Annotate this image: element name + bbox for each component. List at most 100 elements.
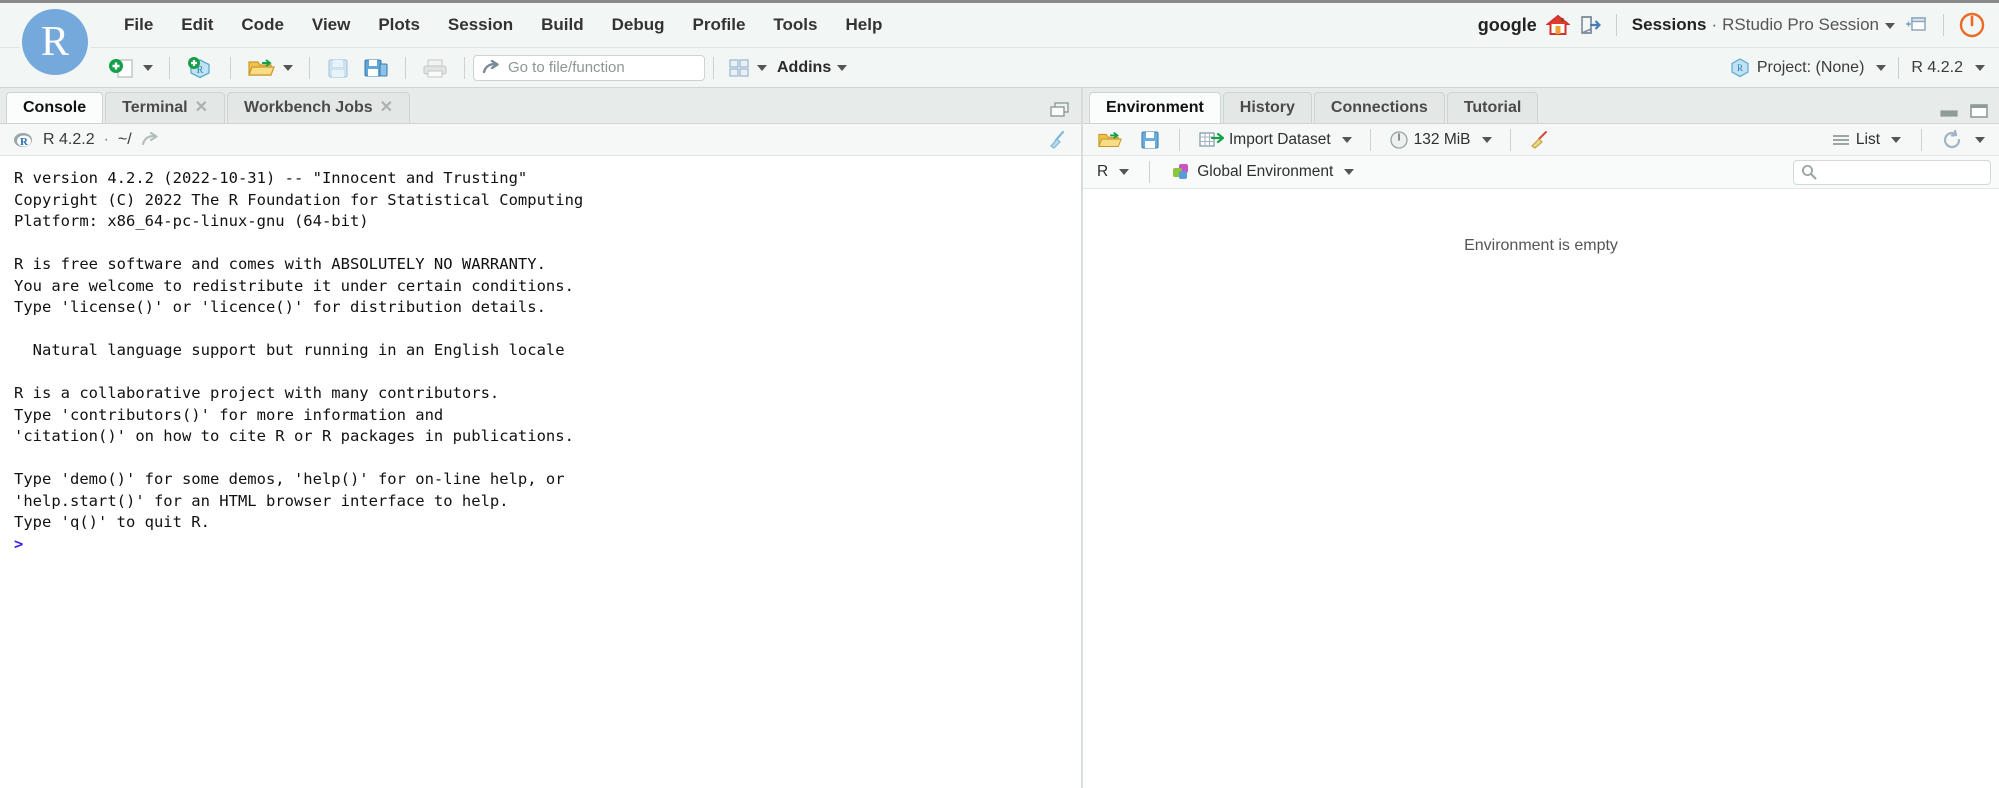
- menu-code[interactable]: Code: [227, 11, 298, 39]
- svg-text:R: R: [20, 136, 29, 148]
- list-view-button[interactable]: List: [1825, 128, 1907, 152]
- menu-profile[interactable]: Profile: [679, 11, 760, 39]
- divider: [1370, 129, 1371, 151]
- environment-pane-tools: [1939, 103, 1999, 123]
- project-label[interactable]: Project: (None): [1757, 59, 1865, 77]
- menu-help[interactable]: Help: [831, 11, 896, 39]
- tab-workbench-jobs[interactable]: Workbench Jobs ✕: [227, 92, 410, 123]
- power-icon[interactable]: [1959, 12, 1985, 38]
- global-environment-selector[interactable]: Global Environment: [1164, 159, 1360, 185]
- sessions-label[interactable]: Sessions·RStudio Pro Session: [1632, 15, 1895, 35]
- project-cube-icon: R: [1729, 57, 1751, 79]
- chevron-down-icon[interactable]: [1891, 137, 1901, 143]
- console-r-version: R 4.2.2: [43, 131, 95, 149]
- load-workspace-button[interactable]: [1091, 127, 1129, 153]
- save-workspace-button[interactable]: [1133, 127, 1167, 153]
- divider: [713, 57, 714, 79]
- memory-usage-label: 132 MiB: [1414, 131, 1471, 149]
- maximize-pane-icon[interactable]: [1969, 103, 1989, 119]
- chevron-down-icon[interactable]: [1344, 169, 1354, 175]
- menu-view[interactable]: View: [298, 11, 364, 39]
- toolbar-right: R Project: (None) R 4.2.2: [1729, 57, 1999, 79]
- rstudio-logo-letter: R: [41, 18, 69, 66]
- home-icon[interactable]: [1546, 14, 1570, 36]
- divider: [1510, 129, 1511, 151]
- chevron-down-icon[interactable]: [1975, 65, 1985, 71]
- close-icon[interactable]: ✕: [195, 100, 208, 116]
- new-file-button[interactable]: [102, 53, 158, 83]
- broom-clear-icon[interactable]: [1047, 130, 1069, 150]
- chevron-down-icon[interactable]: [283, 65, 293, 71]
- console-output-area[interactable]: R version 4.2.2 (2022-10-31) -- "Innocen…: [0, 156, 1081, 788]
- tab-environment[interactable]: Environment: [1089, 92, 1221, 123]
- memory-usage-button[interactable]: 132 MiB: [1383, 127, 1498, 153]
- language-label: R: [1097, 163, 1108, 181]
- divider: [1943, 14, 1944, 36]
- goto-file-function-input[interactable]: Go to file/function: [473, 55, 705, 81]
- console-pane: Console Terminal ✕ Workbench Jobs ✕: [0, 88, 1083, 788]
- chevron-down-icon[interactable]: [1342, 137, 1352, 143]
- open-file-button[interactable]: [242, 53, 298, 83]
- chevron-down-icon[interactable]: [1482, 137, 1492, 143]
- menu-items: File Edit Code View Plots Session Build …: [110, 11, 896, 39]
- menu-build[interactable]: Build: [527, 11, 598, 39]
- new-project-button[interactable]: R: [181, 53, 219, 83]
- chevron-down-icon[interactable]: [1119, 169, 1129, 175]
- menu-file[interactable]: File: [110, 11, 167, 39]
- divider: [309, 57, 310, 79]
- tab-terminal[interactable]: Terminal ✕: [105, 92, 225, 123]
- import-dataset-button[interactable]: Import Dataset: [1192, 127, 1358, 153]
- r-console-icon: R: [12, 130, 34, 150]
- chevron-down-icon[interactable]: [837, 65, 847, 71]
- menu-edit[interactable]: Edit: [167, 11, 227, 39]
- goto-file-function-placeholder: Go to file/function: [508, 59, 625, 76]
- chevron-down-icon[interactable]: [143, 65, 153, 71]
- divider: [1898, 57, 1899, 79]
- print-button[interactable]: [417, 53, 453, 83]
- chevron-down-icon[interactable]: [1885, 23, 1895, 29]
- chevron-down-icon[interactable]: [757, 65, 767, 71]
- menu-tools[interactable]: Tools: [759, 11, 831, 39]
- console-output-text: R version 4.2.2 (2022-10-31) -- "Innocen…: [14, 169, 583, 531]
- open-directory-icon[interactable]: [141, 132, 159, 148]
- minimize-pane-icon[interactable]: [1939, 103, 1959, 119]
- r-version-label[interactable]: R 4.2.2: [1911, 59, 1963, 77]
- tab-history[interactable]: History: [1223, 92, 1312, 123]
- sign-out-icon[interactable]: [1579, 15, 1601, 35]
- console-pane-tools: [1049, 101, 1081, 123]
- search-input[interactable]: [1823, 164, 1983, 180]
- rstudio-window: R File Edit Code View Plots Session Buil…: [0, 0, 1999, 788]
- divider: [1179, 129, 1180, 151]
- menu-session[interactable]: Session: [434, 11, 527, 39]
- chevron-down-icon[interactable]: [1975, 137, 1985, 143]
- environment-toolbar-right: List: [1825, 127, 1991, 153]
- environment-search[interactable]: [1793, 160, 1991, 185]
- main-toolbar: R: [0, 48, 1999, 88]
- menu-debug[interactable]: Debug: [598, 11, 679, 39]
- tab-workbench-jobs-label: Workbench Jobs: [244, 99, 373, 117]
- refresh-icon: [1942, 130, 1964, 150]
- pane-layout-button[interactable]: [722, 53, 772, 83]
- environment-tabstrip: Environment History Connections Tutorial: [1083, 88, 1999, 124]
- broom-clear-icon: [1529, 130, 1551, 150]
- save-button[interactable]: [321, 53, 355, 83]
- tab-connections[interactable]: Connections: [1314, 92, 1445, 123]
- tab-connections-label: Connections: [1331, 99, 1428, 117]
- restore-pane-icon[interactable]: [1049, 101, 1071, 119]
- clear-environment-button[interactable]: [1523, 127, 1557, 153]
- language-selector[interactable]: R: [1091, 160, 1135, 184]
- file-actions-group: R: [102, 53, 473, 83]
- environment-scope-bar: R Global Environment: [1083, 156, 1999, 189]
- new-window-icon[interactable]: [1904, 15, 1928, 35]
- close-icon[interactable]: ✕: [380, 100, 393, 116]
- tab-console[interactable]: Console: [6, 92, 103, 123]
- menu-plots[interactable]: Plots: [364, 11, 434, 39]
- addins-button[interactable]: Addins: [772, 53, 852, 83]
- list-view-icon: [1831, 132, 1851, 148]
- environment-pane: Environment History Connections Tutorial: [1083, 88, 1999, 788]
- save-all-button[interactable]: [358, 53, 394, 83]
- tab-tutorial[interactable]: Tutorial: [1447, 92, 1538, 123]
- chevron-down-icon[interactable]: [1876, 65, 1886, 71]
- refresh-environment-button[interactable]: [1936, 127, 1991, 153]
- console-tabstrip: Console Terminal ✕ Workbench Jobs ✕: [0, 88, 1081, 124]
